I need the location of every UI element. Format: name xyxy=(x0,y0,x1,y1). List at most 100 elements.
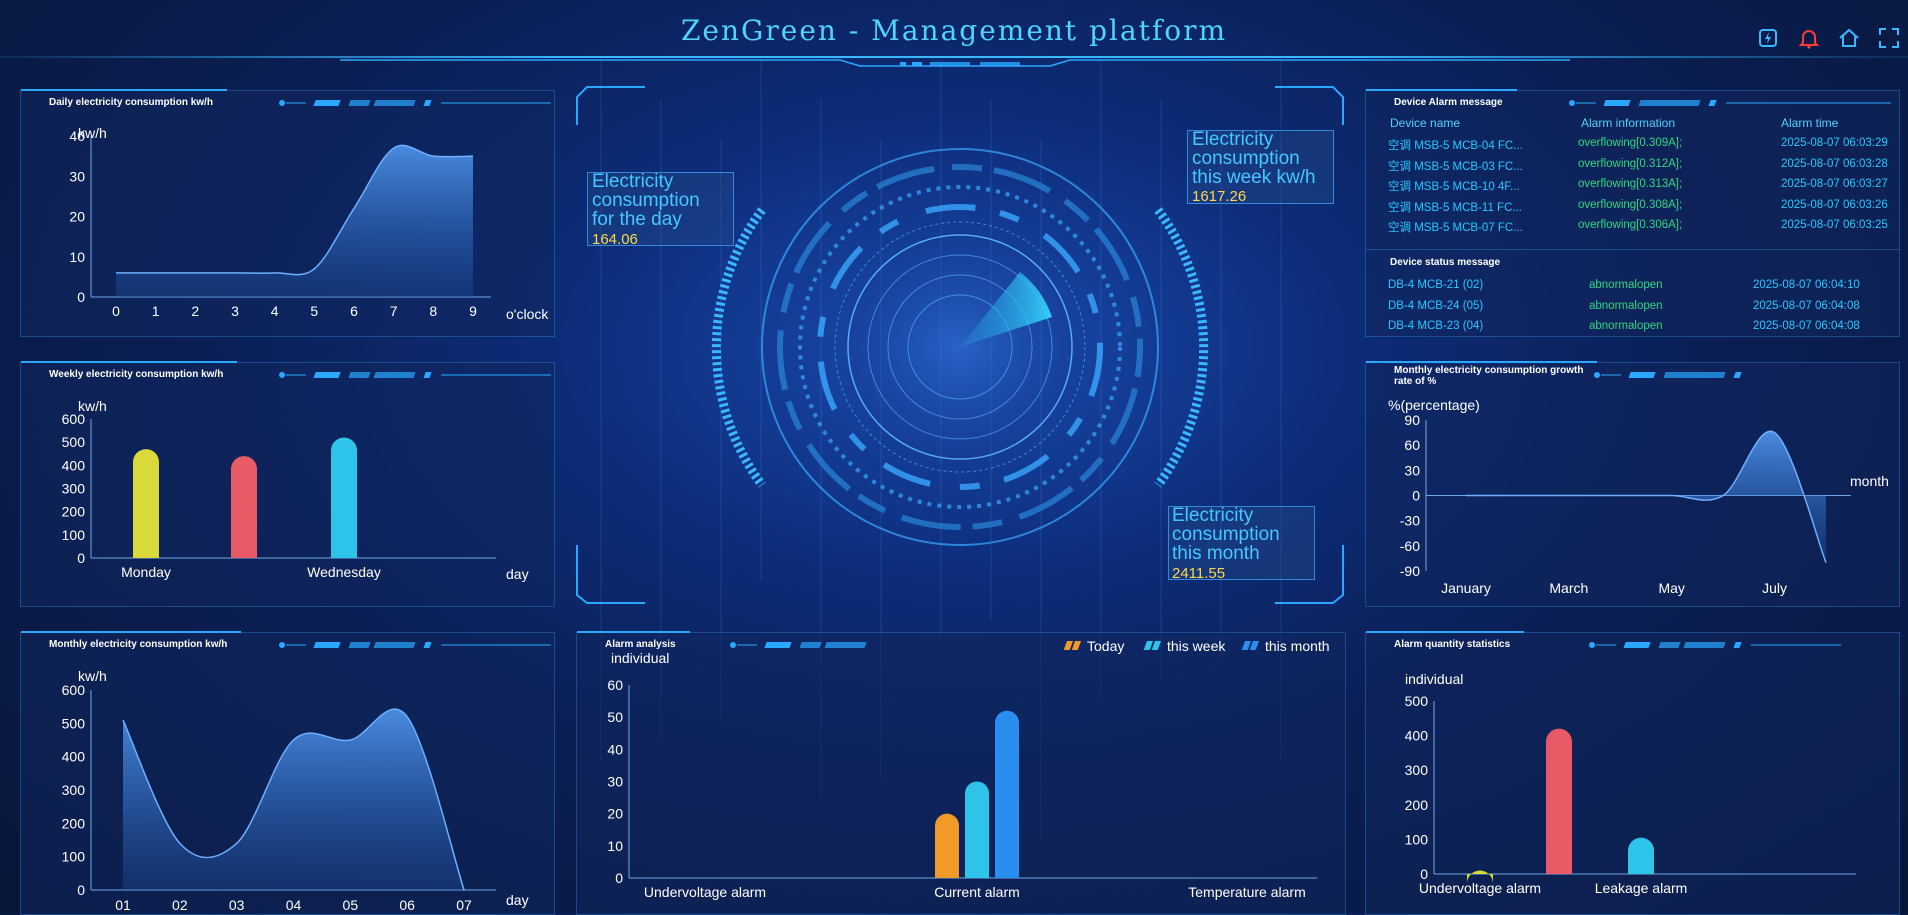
x-unit-label: o'clock xyxy=(506,306,549,322)
y-tick-label: 200 xyxy=(62,504,86,520)
y-tick-label: 0 xyxy=(1412,488,1420,504)
device-alarm-panel: Device Alarm message Device name Alarm i… xyxy=(1365,90,1900,337)
legend-item[interactable]: this week xyxy=(1144,638,1227,654)
fullscreen-icon[interactable] xyxy=(1877,26,1901,50)
x-tick-label: 2 xyxy=(191,303,199,319)
y-tick-label: 100 xyxy=(62,527,86,543)
y-tick-label: 10 xyxy=(607,838,623,854)
week-metric-label-3: this week kw/h xyxy=(1192,168,1316,187)
x-tick-label: 1 xyxy=(152,303,160,319)
x-tick-label: 06 xyxy=(399,897,415,913)
x-tick-label: 03 xyxy=(229,897,245,913)
x-tick-label: 5 xyxy=(310,303,318,319)
lightning-icon[interactable] xyxy=(1756,26,1780,50)
bar xyxy=(965,782,989,879)
panel-title: Weekly electricity consumption kw/h xyxy=(21,361,237,385)
y-tick-label: 300 xyxy=(62,782,86,798)
y-tick-label: 0 xyxy=(77,550,85,566)
x-tick-label: 01 xyxy=(115,897,131,913)
month-metric-value: 2411.55 xyxy=(1172,565,1225,582)
panel-title: Monthly electricity consumption growthra… xyxy=(1366,361,1597,389)
day-metric-label-2: consumption xyxy=(592,191,700,210)
monthly-chart: kw/h010020030040050060001020304050607day xyxy=(21,658,554,914)
x-tick-label: March xyxy=(1549,580,1588,596)
alarm-analysis-chart: individual0102030405060Undervoltage alar… xyxy=(577,633,1345,914)
bar xyxy=(995,711,1019,878)
tab-decoration xyxy=(276,641,556,649)
col-device-name: Device name xyxy=(1390,116,1460,130)
x-unit-label: day xyxy=(506,566,529,582)
x-tick-label: Leakage alarm xyxy=(1595,880,1688,896)
y-tick-label: 600 xyxy=(62,411,86,427)
bell-icon[interactable] xyxy=(1797,26,1821,50)
growth-chart: %(percentage)-90-60-300306090JanuaryMarc… xyxy=(1366,388,1899,606)
y-tick-label: 500 xyxy=(62,715,86,731)
y-tick-label: 600 xyxy=(62,682,86,698)
status-row-state: abnormalopen xyxy=(1589,279,1663,291)
status-row-device: DB-4 MCB-23 (04) xyxy=(1388,320,1483,332)
y-tick-label: 60 xyxy=(1404,437,1420,453)
bar xyxy=(935,814,959,878)
daily-chart: kw/h0102030400123456789o'clock xyxy=(21,116,554,336)
y-tick-label: -90 xyxy=(1400,563,1420,579)
y-tick-label: 20 xyxy=(607,806,623,822)
x-tick-label: 02 xyxy=(172,897,188,913)
alarm-row-info: overflowing[0.309A]; xyxy=(1578,137,1682,149)
y-tick-label: 40 xyxy=(607,741,623,757)
legend-item[interactable]: Today xyxy=(1064,638,1125,654)
x-tick-label: 8 xyxy=(429,303,437,319)
status-row-time: 2025-08-07 06:04:08 xyxy=(1753,300,1860,312)
y-tick-label: 20 xyxy=(69,209,85,225)
device-status-title: Device status message xyxy=(1390,257,1500,268)
x-tick-label: 7 xyxy=(390,303,398,319)
x-tick-label: 05 xyxy=(343,897,359,913)
day-metric-label-1: Electricity xyxy=(592,172,673,191)
x-unit-label: month xyxy=(1850,473,1889,489)
legend-swatch xyxy=(1242,641,1251,650)
area-fill xyxy=(123,709,464,890)
alarm-quantity-chart: individual0100200300400500Undervoltage a… xyxy=(1366,633,1899,914)
y-tick-label: 90 xyxy=(1404,412,1420,428)
weekly-consumption-panel: Weekly electricity consumption kw/h kw/h… xyxy=(20,362,555,607)
legend-label: this week xyxy=(1167,638,1226,654)
y-tick-label: 30 xyxy=(1404,462,1420,478)
bar xyxy=(331,438,357,558)
y-tick-label: 0 xyxy=(77,289,85,305)
y-tick-label: 60 xyxy=(607,677,623,693)
y-tick-label: 500 xyxy=(62,434,86,450)
x-tick-label: Current alarm xyxy=(934,884,1020,900)
weekly-chart: kw/h0100200300400500600MondayWednesdayda… xyxy=(21,388,554,606)
area-fill xyxy=(1466,431,1826,562)
bar xyxy=(1628,838,1654,874)
legend-label: this month xyxy=(1265,638,1330,654)
alarm-row-info: overflowing[0.312A]; xyxy=(1578,158,1682,170)
x-tick-label: Undervoltage alarm xyxy=(644,884,766,900)
panel-title: Monthly electricity consumption kw/h xyxy=(21,631,241,655)
bar xyxy=(1546,729,1572,874)
x-tick-label: May xyxy=(1658,580,1684,596)
col-alarm-time: Alarm time xyxy=(1781,116,1838,130)
day-metric-label-3: for the day xyxy=(592,210,682,229)
alarm-row-time: 2025-08-07 06:03:27 xyxy=(1781,178,1888,190)
legend-swatch xyxy=(1064,641,1073,650)
legend-item[interactable]: this month xyxy=(1242,638,1330,654)
col-alarm-info: Alarm information xyxy=(1581,116,1675,130)
y-tick-label: 400 xyxy=(62,749,86,765)
panel-title-line-1: Monthly electricity consumption growth xyxy=(1394,365,1583,376)
x-tick-label: 07 xyxy=(456,897,472,913)
section-divider xyxy=(1366,249,1899,250)
y-tick-label: -60 xyxy=(1400,538,1420,554)
alarm-row-info: overflowing[0.313A]; xyxy=(1578,178,1682,190)
x-tick-label: 4 xyxy=(271,303,279,319)
y-tick-label: 300 xyxy=(1405,762,1429,778)
x-unit-label: day xyxy=(506,892,529,908)
legend-swatch xyxy=(1250,641,1259,650)
x-tick-label: 0 xyxy=(112,303,120,319)
alarm-analysis-panel: Alarm analysis individual0102030405060Un… xyxy=(576,632,1346,915)
tab-decoration xyxy=(1591,371,1771,379)
week-metric-label-1: Electricity xyxy=(1192,130,1273,149)
y-tick-label: 200 xyxy=(1405,797,1429,813)
month-metric-label-3: this month xyxy=(1172,544,1260,563)
home-icon[interactable] xyxy=(1837,26,1861,50)
y-tick-label: 50 xyxy=(607,709,623,725)
